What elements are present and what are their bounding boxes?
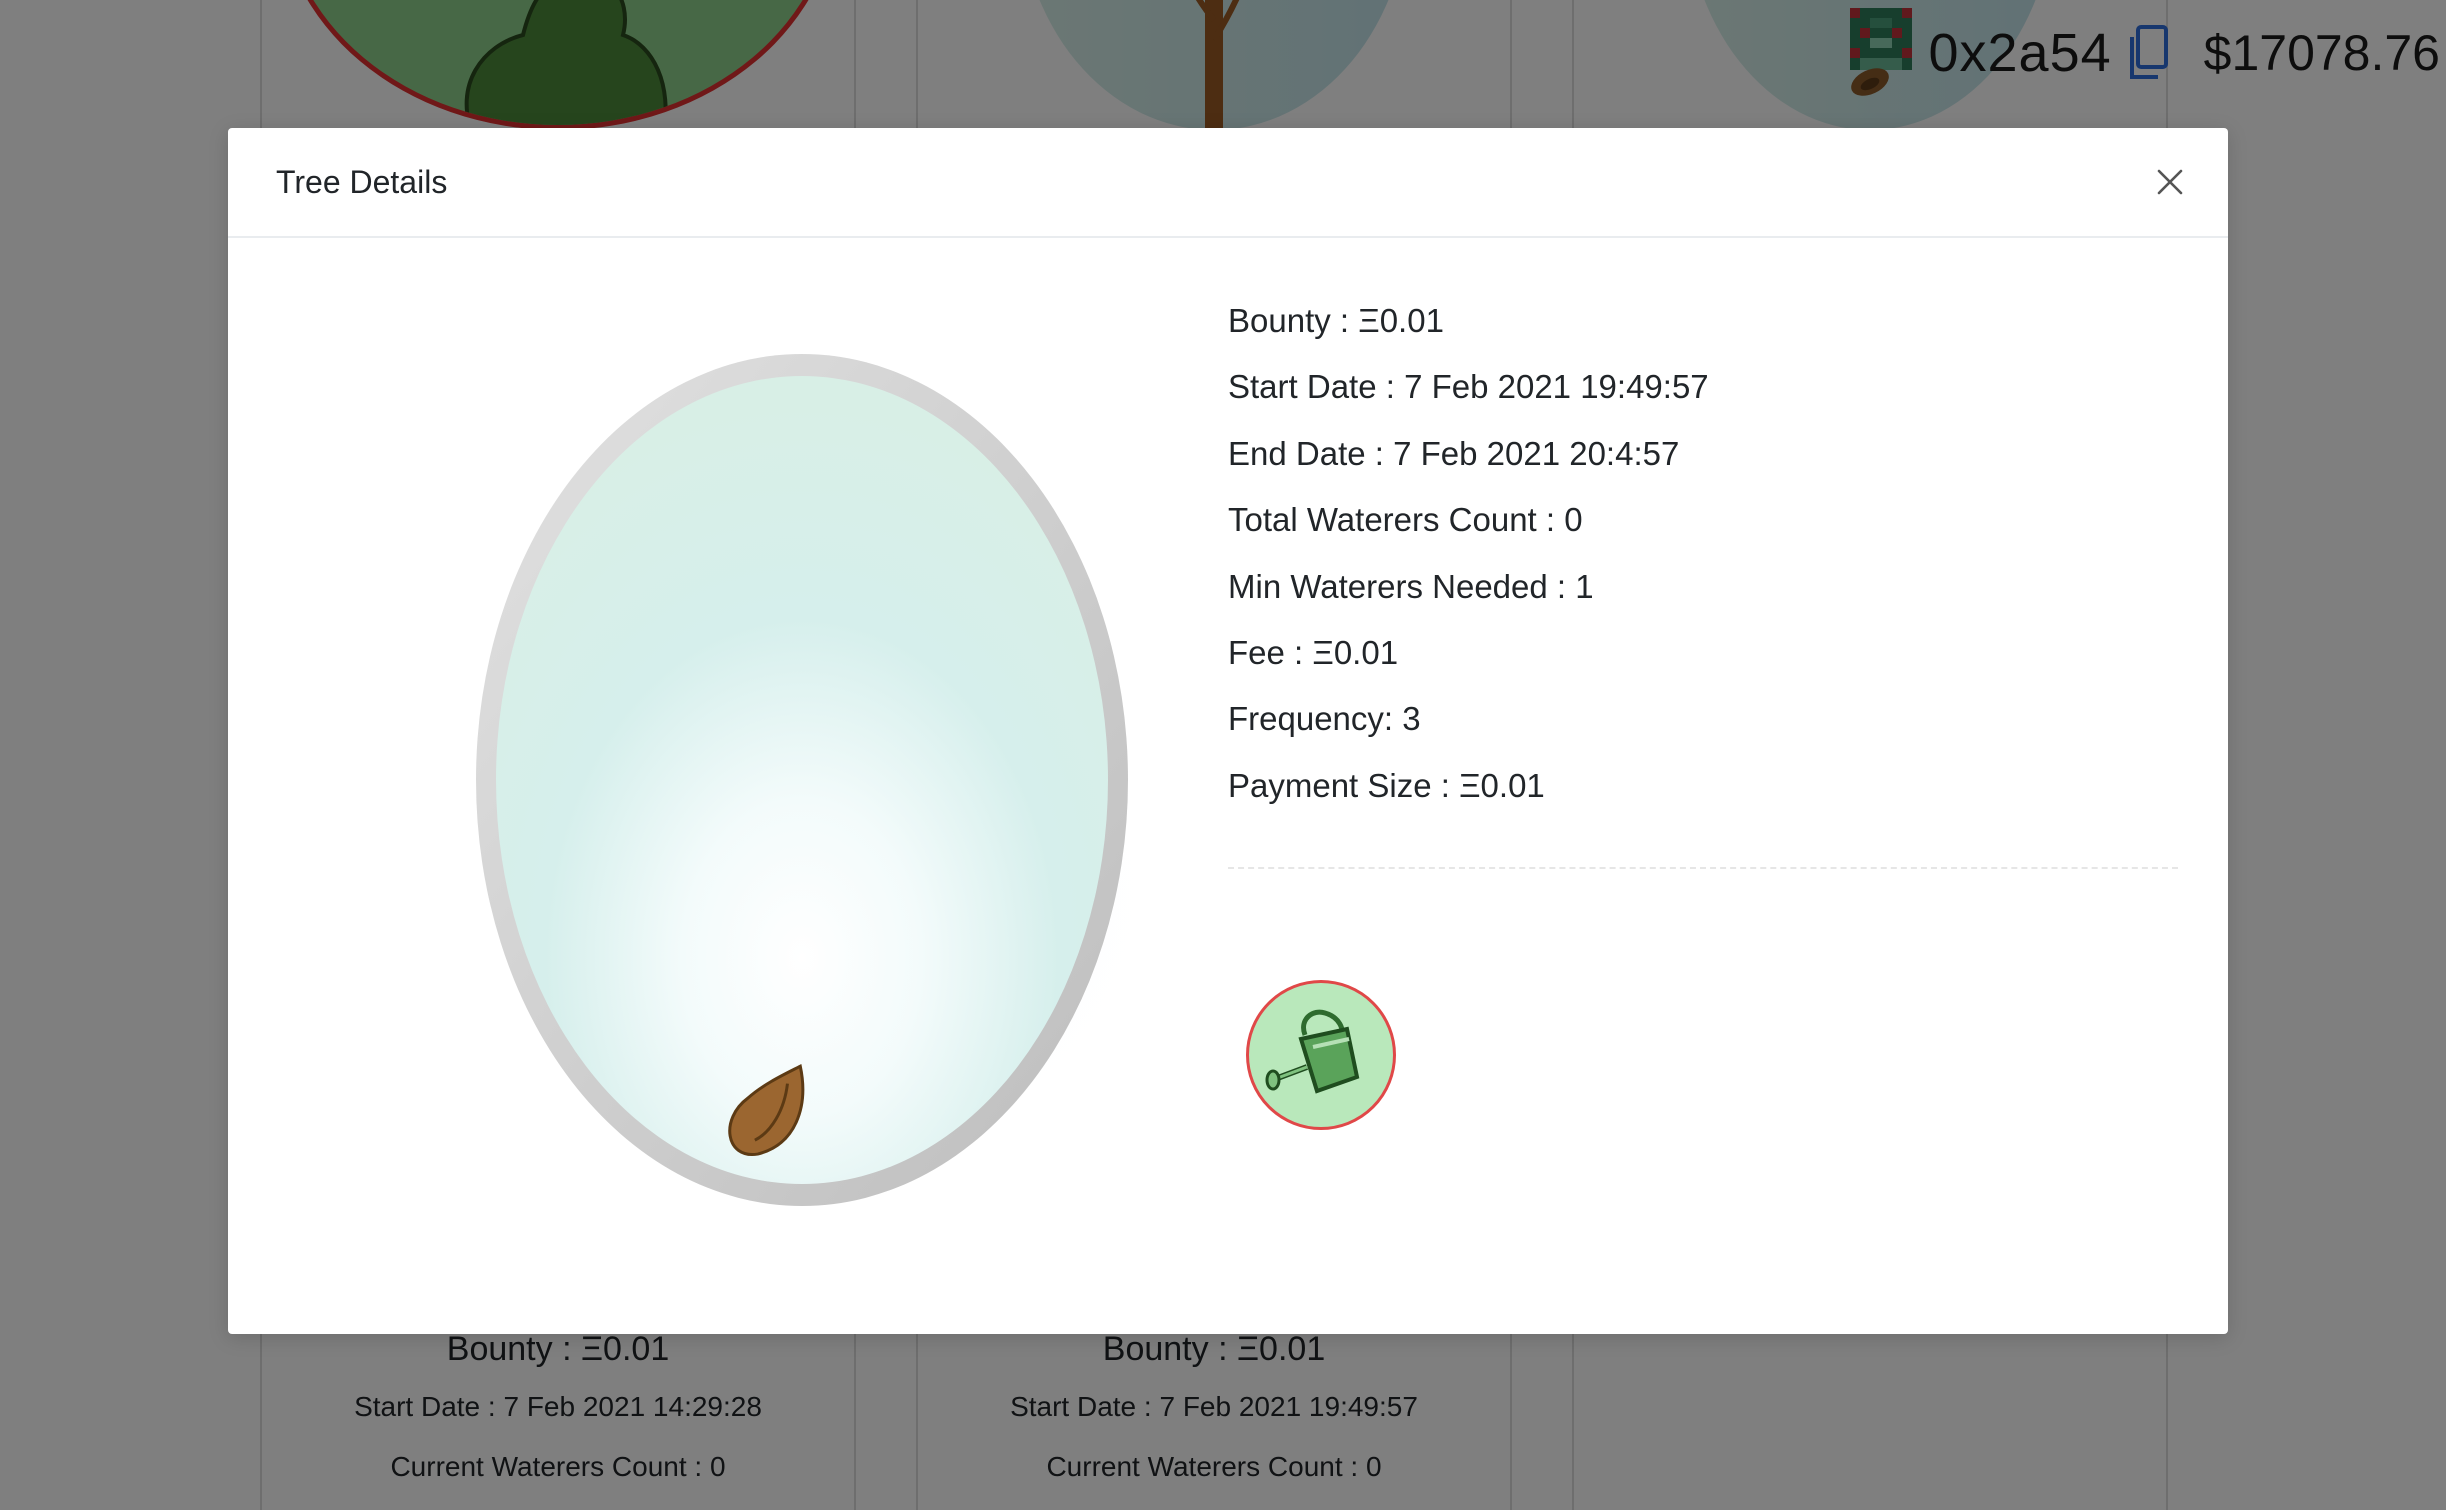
tree-details-modal: Tree Details Bounty: Ξ0.01 Start Date:… xyxy=(228,128,2228,1334)
detail-min-waterers-needed: Min Waterers Needed : 1 xyxy=(1228,567,1594,605)
watering-can-icon xyxy=(1265,1009,1360,1094)
close-button[interactable] xyxy=(2142,154,2198,210)
detail-bounty: Bounty : Ξ0.01 xyxy=(1228,302,1444,339)
tree-details-list: Bounty : Ξ0.01 Start Date : 7 Feb 2021 1… xyxy=(1228,288,2178,1130)
detail-total-waterers-count: Total Waterers Count : 0 xyxy=(1228,501,1583,539)
detail-frequency: Frequency: 3 xyxy=(1228,700,1421,738)
detail-fee: Fee : Ξ0.01 xyxy=(1228,633,1399,671)
detail-end-date: End Date : 7 Feb 2021 20:4:57 xyxy=(1228,434,1680,472)
tree-image xyxy=(418,328,1178,1228)
detail-payment-size: Payment Size : Ξ0.01 xyxy=(1228,766,1545,804)
water-tree-button[interactable] xyxy=(1246,980,1396,1130)
modal-header: Tree Details xyxy=(228,128,2228,238)
divider xyxy=(1228,867,2178,870)
detail-start-date: Start Date : 7 Feb 2021 19:49:57 xyxy=(1228,368,1709,406)
modal-title: Tree Details xyxy=(276,163,448,200)
close-icon xyxy=(2157,169,2183,195)
